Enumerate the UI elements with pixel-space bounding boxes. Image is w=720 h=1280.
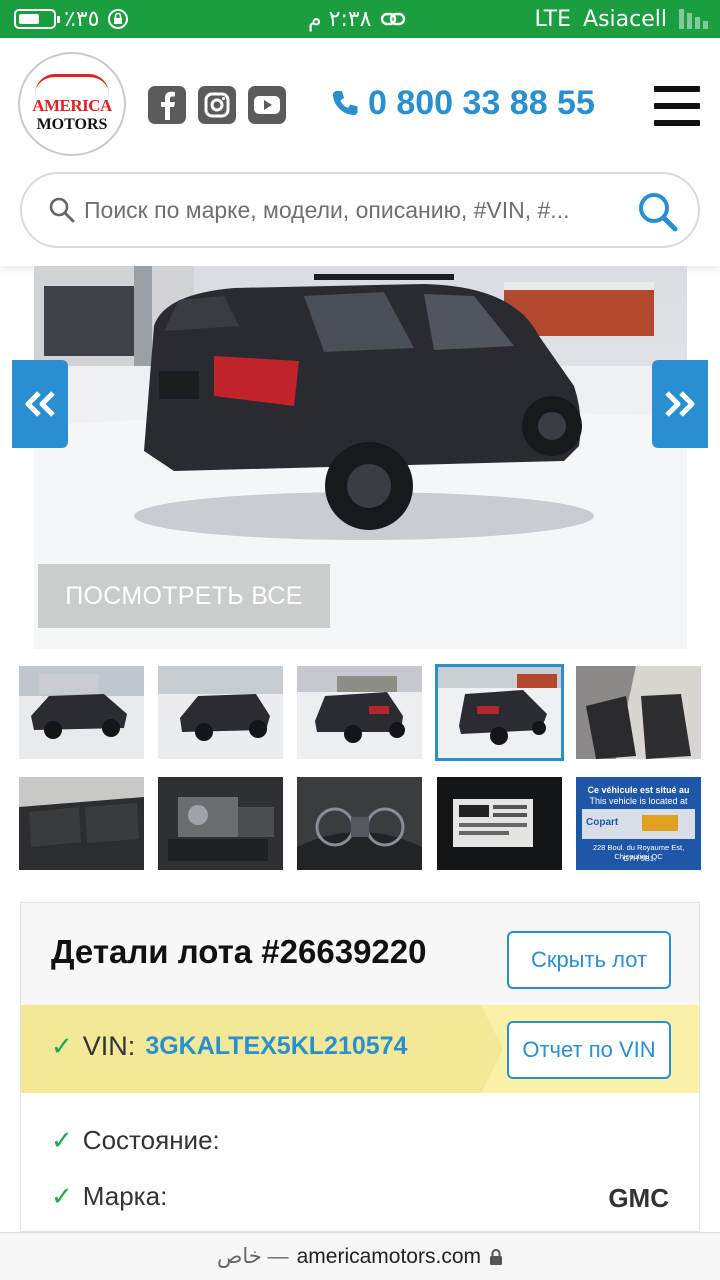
vin-row: ✓ VIN: 3GKALTEX5KL210574 bbox=[51, 1031, 407, 1062]
thumbnail-10[interactable]: Ce véhicule est situé au This vehicle is… bbox=[576, 777, 701, 870]
browser-url-bar[interactable]: خاص — americamotors.com bbox=[0, 1232, 720, 1280]
private-label: خاص — bbox=[216, 1245, 289, 1268]
thumbnail-3[interactable] bbox=[297, 666, 422, 759]
signal-icon bbox=[679, 9, 708, 29]
car-silhouette-icon bbox=[35, 74, 109, 94]
copart-logo: Copart bbox=[586, 817, 619, 828]
youtube-icon[interactable] bbox=[248, 86, 286, 124]
status-bar: ٪٣٥ ٢:٣٨ م LTE Asiacell bbox=[0, 0, 720, 38]
thumbnail-9[interactable] bbox=[437, 777, 562, 870]
check-icon: ✓ bbox=[51, 1125, 73, 1155]
detail-row-condition: ✓ Состояние: bbox=[51, 1125, 220, 1156]
lock-icon bbox=[490, 1248, 502, 1265]
phone-number: 0 800 33 88 55 bbox=[368, 83, 595, 122]
hide-lot-button[interactable]: Скрыть лот bbox=[507, 931, 671, 989]
facebook-icon[interactable] bbox=[148, 86, 186, 124]
detail-value-make: GMC bbox=[608, 1183, 669, 1213]
vin-bar: ✓ VIN: 3GKALTEX5KL210574 Отчет по VIN bbox=[21, 1005, 699, 1093]
lot-details-card: Детали лота #26639220 Скрыть лот ✓ VIN: … bbox=[20, 902, 700, 1232]
carrier-name: Asiacell bbox=[583, 6, 667, 32]
prev-photo-button[interactable] bbox=[12, 360, 68, 448]
vin-value[interactable]: 3GKALTEX5KL210574 bbox=[145, 1032, 407, 1061]
vin-label: VIN: bbox=[82, 1031, 136, 1061]
view-all-photos-button[interactable]: ПОСМОТРЕТЬ ВСЕ bbox=[38, 564, 330, 628]
location-map: Copart bbox=[582, 809, 695, 839]
chevrons-right-icon bbox=[665, 391, 695, 417]
thumbnail-5[interactable] bbox=[576, 666, 701, 759]
map-marker bbox=[642, 815, 678, 831]
domain-text: americamotors.com bbox=[296, 1244, 481, 1268]
thumbnail-4[interactable] bbox=[435, 664, 564, 761]
location-line2: This vehicle is located at bbox=[589, 796, 688, 806]
search-icon bbox=[49, 197, 75, 223]
instagram-icon[interactable] bbox=[198, 86, 236, 124]
search-input[interactable] bbox=[84, 188, 624, 232]
phone-link[interactable]: 0 800 33 88 55 bbox=[330, 82, 595, 124]
lot-details-header: Детали лота #26639220 Скрыть лот bbox=[21, 903, 699, 1005]
thumbnail-1[interactable] bbox=[19, 666, 144, 759]
search-submit-icon[interactable] bbox=[636, 190, 680, 234]
next-photo-button[interactable] bbox=[652, 360, 708, 448]
check-icon: ✓ bbox=[51, 1181, 73, 1211]
chevrons-left-icon bbox=[25, 391, 55, 417]
lot-title: Детали лота #26639220 bbox=[51, 933, 427, 970]
site-header: AMERICA MOTORS 0 800 33 88 55 bbox=[0, 38, 720, 266]
link-icon bbox=[380, 12, 405, 26]
battery-icon bbox=[14, 9, 60, 29]
america-motors-logo[interactable]: AMERICA MOTORS bbox=[18, 52, 126, 156]
network-type: LTE bbox=[534, 6, 572, 32]
logo-line2: MOTORS bbox=[36, 116, 108, 133]
search-bar bbox=[20, 172, 700, 248]
vin-report-button[interactable]: Отчет по VIN bbox=[507, 1021, 671, 1079]
battery-percent: ٪٣٥ bbox=[64, 6, 100, 32]
location-postal: G7H 5B1 bbox=[623, 854, 654, 863]
thumbnail-7[interactable] bbox=[158, 777, 283, 870]
location-line1: Ce véhicule est situé au bbox=[587, 785, 690, 795]
logo-line1: AMERICA bbox=[32, 96, 112, 115]
status-time: ٢:٣٨ م bbox=[308, 6, 372, 32]
thumbnail-6[interactable] bbox=[19, 777, 144, 870]
hamburger-menu-icon[interactable] bbox=[654, 86, 700, 126]
thumbnail-2[interactable] bbox=[158, 666, 283, 759]
detail-label: Марка: bbox=[82, 1181, 168, 1211]
lock-rotation-icon bbox=[108, 9, 129, 29]
phone-icon bbox=[333, 91, 358, 115]
detail-label: Состояние: bbox=[82, 1125, 220, 1155]
detail-row-make: ✓ Марка: bbox=[51, 1181, 167, 1212]
thumbnail-8[interactable] bbox=[297, 777, 422, 870]
check-icon: ✓ bbox=[51, 1031, 73, 1061]
